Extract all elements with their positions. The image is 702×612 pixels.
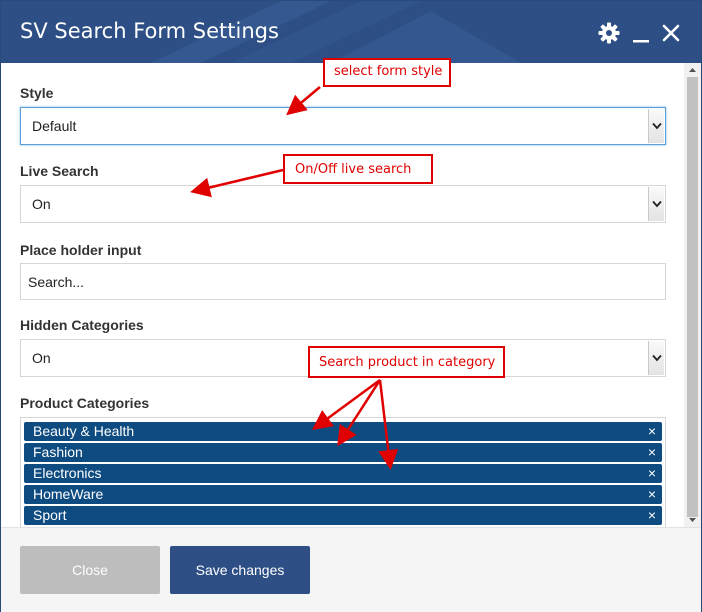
product-categories-label: Product Categories	[20, 395, 150, 411]
category-tag: Beauty & Health ×	[24, 422, 662, 441]
chevron-down-icon[interactable]	[648, 341, 664, 375]
category-tag: Sport ×	[24, 506, 662, 525]
live-search-label: Live Search	[20, 163, 99, 179]
live-search-select[interactable]: On	[20, 185, 666, 223]
category-tag: Electronics ×	[24, 464, 662, 483]
remove-icon[interactable]: ×	[648, 444, 656, 460]
scroll-up-icon[interactable]	[687, 65, 698, 75]
chevron-down-icon[interactable]	[648, 187, 664, 221]
remove-icon[interactable]: ×	[648, 507, 656, 523]
remove-icon[interactable]: ×	[648, 486, 656, 502]
annotation-live-search: On/Off live search	[283, 154, 433, 184]
gear-icon[interactable]	[597, 21, 621, 45]
dialog-footer: Close Save changes	[1, 527, 701, 612]
close-icon[interactable]	[659, 21, 683, 45]
dialog-header: SV Search Form Settings	[1, 1, 701, 63]
placeholder-value: Search...	[28, 274, 85, 290]
style-select[interactable]: Default	[20, 107, 666, 145]
annotation-category-text: Search product in category	[319, 355, 496, 370]
scroll-down-icon[interactable]	[687, 515, 698, 525]
category-tag-label: Sport	[33, 507, 67, 523]
style-value: Default	[32, 118, 77, 134]
chevron-down-icon[interactable]	[648, 109, 664, 143]
hidden-categories-value: On	[32, 350, 51, 366]
settings-dialog: SV Search Form Settings Style Default Li…	[0, 0, 702, 612]
scrollbar-thumb[interactable]	[687, 77, 698, 517]
annotation-style: select form style	[323, 58, 451, 87]
close-button[interactable]: Close	[20, 546, 160, 594]
minimize-icon[interactable]	[629, 21, 653, 45]
annotation-category: Search product in category	[308, 346, 505, 378]
remove-icon[interactable]: ×	[648, 423, 656, 439]
placeholder-label: Place holder input	[20, 242, 142, 258]
dialog-body: Style Default Live Search On Place holde…	[1, 63, 701, 527]
category-tag: HomeWare ×	[24, 485, 662, 504]
hidden-categories-label: Hidden Categories	[20, 317, 144, 333]
category-tag-label: Fashion	[33, 444, 83, 460]
save-changes-button[interactable]: Save changes	[170, 546, 310, 594]
dialog-title: SV Search Form Settings	[20, 19, 279, 43]
annotation-live-search-text: On/Off live search	[295, 162, 412, 177]
category-tag-label: HomeWare	[33, 486, 104, 502]
category-tag-label: Beauty & Health	[33, 423, 135, 439]
category-tag: Fashion ×	[24, 443, 662, 462]
product-categories-multiselect[interactable]: Beauty & Health × Fashion × Electronics …	[20, 417, 666, 527]
category-tag-label: Electronics	[33, 465, 102, 481]
live-search-value: On	[32, 196, 51, 212]
placeholder-input[interactable]: Search...	[20, 263, 666, 300]
annotation-style-text: select form style	[334, 64, 443, 79]
style-label: Style	[20, 85, 54, 101]
remove-icon[interactable]: ×	[648, 465, 656, 481]
